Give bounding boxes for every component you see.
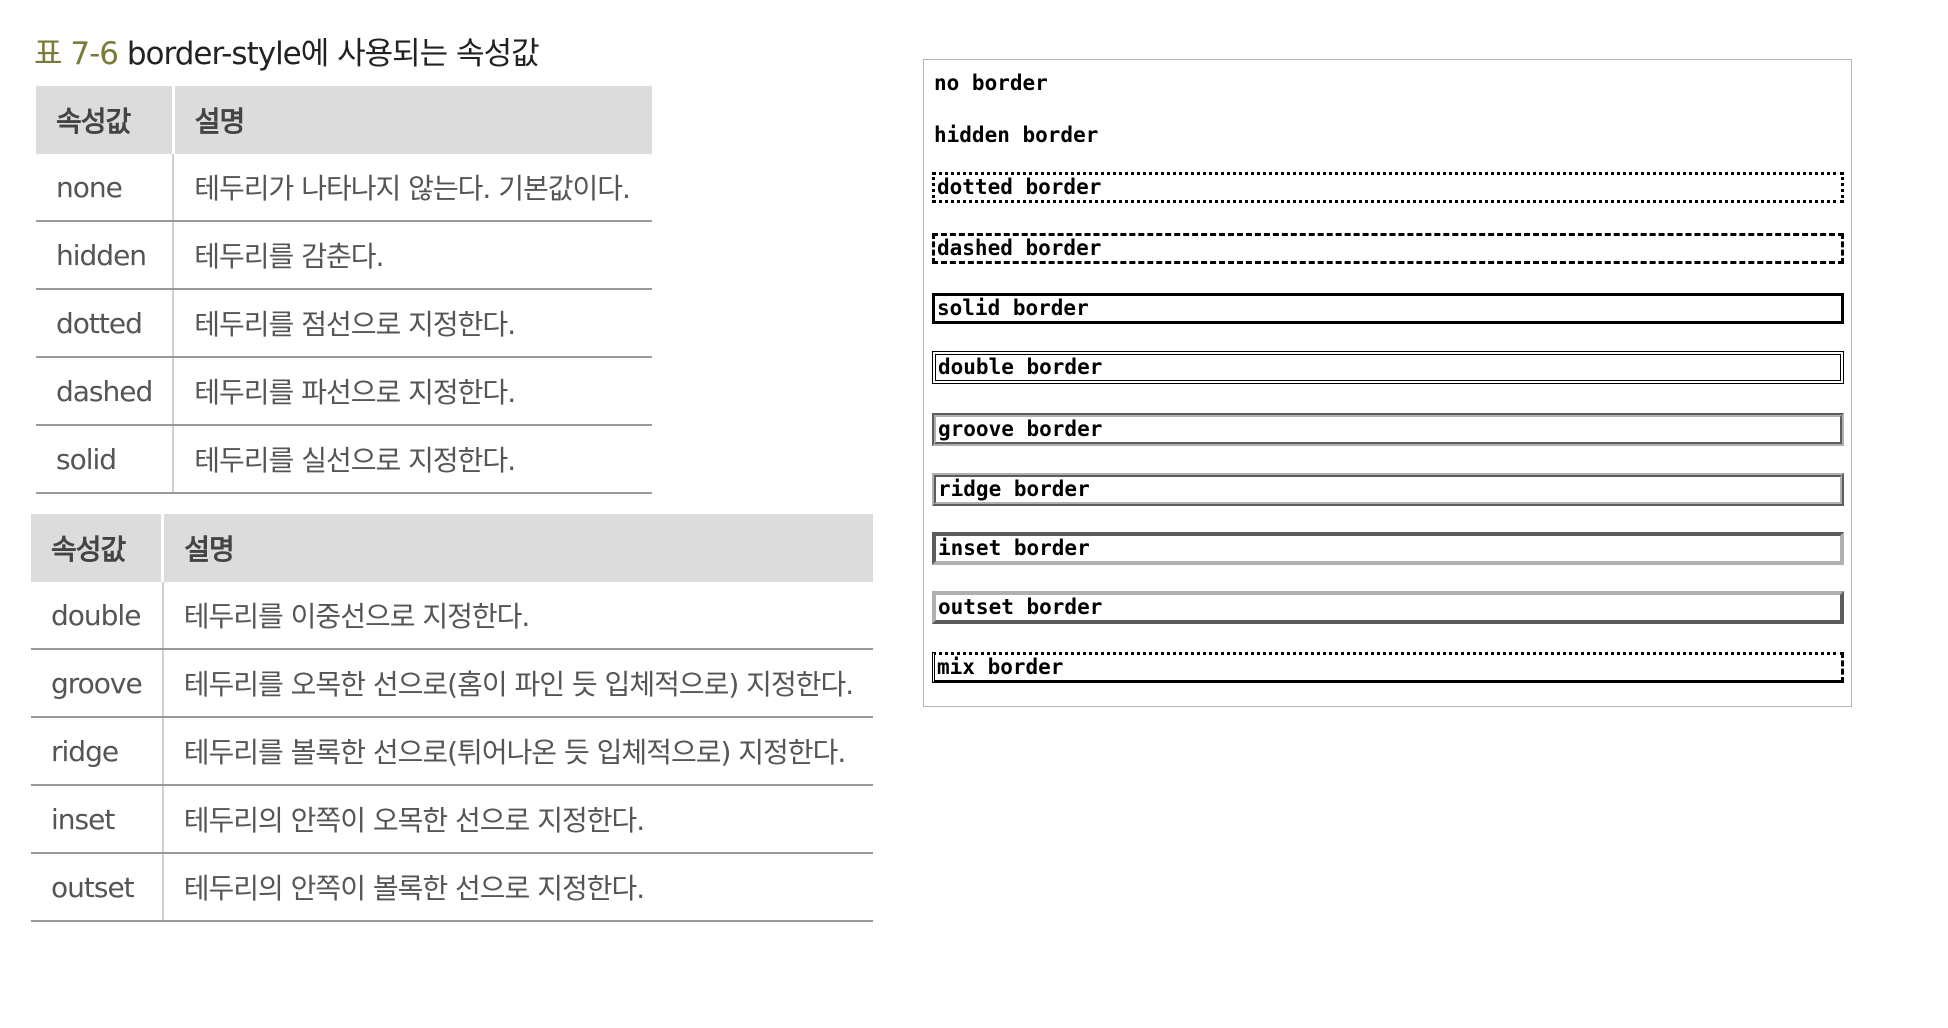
- double-border-example: double border: [932, 351, 1844, 384]
- dotted-border-example: dotted border: [932, 172, 1844, 203]
- property-value: outset: [31, 853, 164, 922]
- property-value: dashed: [36, 357, 175, 426]
- table-row: groove 테두리를 오목한 선으로(홈이 파인 듯 입체적으로) 지정한다.: [31, 649, 874, 718]
- table-row: double 테두리를 이중선으로 지정한다.: [31, 582, 874, 650]
- property-value: groove: [31, 649, 164, 718]
- column-header-value: 속성값: [31, 514, 165, 582]
- table-row: none 테두리가 나타나지 않는다. 기본값이다.: [36, 154, 652, 222]
- table-row: dotted 테두리를 점선으로 지정한다.: [36, 289, 652, 358]
- property-description: 테두리를 이중선으로 지정한다.: [162, 582, 874, 650]
- table-row: ridge 테두리를 볼록한 선으로(튀어나온 듯 입체적으로) 지정한다.: [31, 717, 874, 786]
- outset-border-example: outset border: [932, 591, 1844, 624]
- border-style-table-2: 속성값 설명 double 테두리를 이중선으로 지정한다. groove 테두…: [31, 514, 874, 922]
- column-header-description: 설명: [173, 86, 652, 154]
- table-row: inset 테두리의 안쪽이 오목한 선으로 지정한다.: [31, 785, 874, 854]
- table-header-row: 속성값 설명: [36, 86, 652, 154]
- inset-border-example: inset border: [932, 532, 1844, 565]
- column-header-value: 속성값: [36, 86, 175, 154]
- border-demo-panel: no border hidden border dotted border da…: [923, 59, 1852, 707]
- property-value: hidden: [36, 221, 175, 290]
- column-header-description: 설명: [162, 514, 874, 582]
- property-description: 테두리를 감춘다.: [173, 221, 652, 290]
- no-border-example: no border: [934, 71, 1048, 95]
- property-description: 테두리를 실선으로 지정한다.: [173, 425, 652, 494]
- hidden-border-example: hidden border: [934, 123, 1099, 147]
- ridge-border-example: ridge border: [932, 473, 1844, 506]
- property-description: 테두리를 파선으로 지정한다.: [173, 357, 652, 426]
- groove-border-example: groove border: [932, 413, 1844, 446]
- caption-label: 표 7-6: [34, 36, 119, 72]
- dashed-border-example: dashed border: [932, 233, 1844, 264]
- property-description: 테두리를 오목한 선으로(홈이 파인 듯 입체적으로) 지정한다.: [162, 649, 874, 718]
- property-description: 테두리의 안쪽이 볼록한 선으로 지정한다.: [162, 853, 874, 922]
- property-description: 테두리를 볼록한 선으로(튀어나온 듯 입체적으로) 지정한다.: [162, 717, 874, 786]
- caption-text: border-style에 사용되는 속성값: [118, 36, 540, 72]
- mix-border-example: mix border: [932, 652, 1844, 683]
- table-row: dashed 테두리를 파선으로 지정한다.: [36, 357, 652, 426]
- property-value: none: [36, 154, 175, 222]
- table-row: outset 테두리의 안쪽이 볼록한 선으로 지정한다.: [31, 853, 874, 922]
- table-row: hidden 테두리를 감춘다.: [36, 221, 652, 290]
- property-value: inset: [31, 785, 164, 854]
- solid-border-example: solid border: [932, 293, 1844, 324]
- property-value: dotted: [36, 289, 175, 358]
- table-caption: 표 7-6 border-style에 사용되는 속성값: [34, 28, 540, 73]
- property-description: 테두리의 안쪽이 오목한 선으로 지정한다.: [162, 785, 874, 854]
- property-description: 테두리가 나타나지 않는다. 기본값이다.: [173, 154, 652, 222]
- table-header-row: 속성값 설명: [31, 514, 874, 582]
- property-value: double: [31, 582, 164, 650]
- property-description: 테두리를 점선으로 지정한다.: [173, 289, 652, 358]
- border-style-table-1: 속성값 설명 none 테두리가 나타나지 않는다. 기본값이다. hidden…: [36, 86, 652, 494]
- property-value: ridge: [31, 717, 164, 786]
- property-value: solid: [36, 425, 175, 494]
- table-row: solid 테두리를 실선으로 지정한다.: [36, 425, 652, 494]
